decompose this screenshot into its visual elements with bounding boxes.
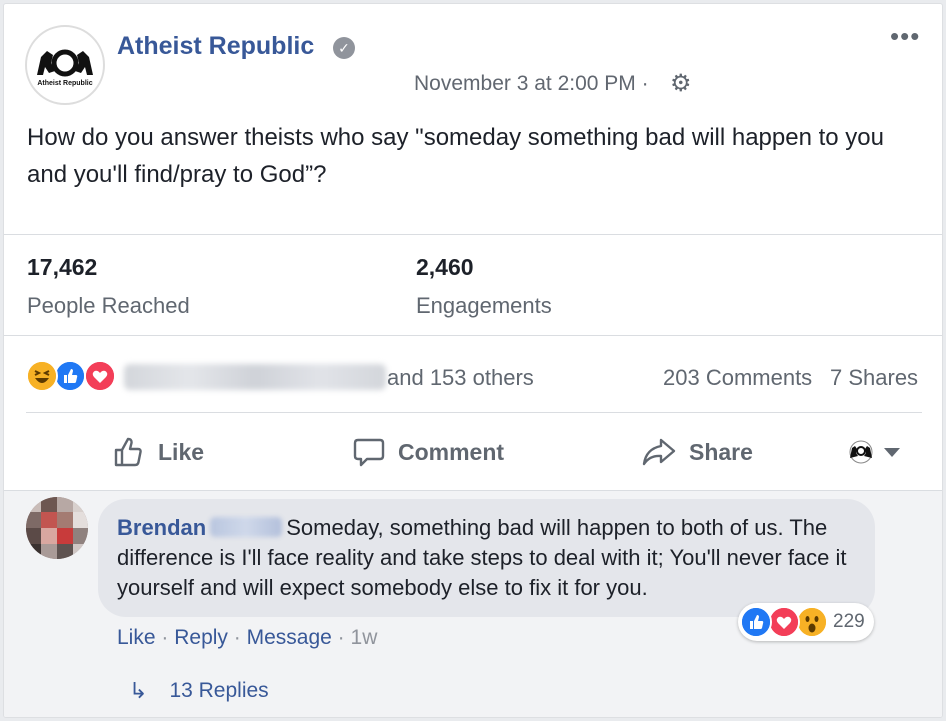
reaction-others-link[interactable]: and 153 others: [387, 365, 534, 391]
comment-reactions[interactable]: 229: [738, 603, 874, 641]
post-text: How do you answer theists who say "somed…: [27, 124, 884, 188]
comment-bubble-icon: [353, 438, 385, 467]
separator-dot: ·: [337, 626, 345, 649]
post-card: Atheist Republic Atheist Republic ✓ ••• …: [3, 3, 943, 718]
comment-message-link[interactable]: Message: [247, 626, 332, 649]
logo-text: Atheist Republic: [37, 80, 92, 87]
chevron-down-icon: [884, 447, 900, 457]
share-arrow-icon: [642, 438, 676, 466]
reaction-icons[interactable]: [26, 360, 126, 392]
like-button[interactable]: Like: [112, 432, 204, 472]
share-label: Share: [689, 438, 753, 465]
comment-label: Comment: [398, 438, 505, 465]
shares-count-link[interactable]: 7 Shares: [830, 365, 918, 391]
people-reached-value: 17,462: [27, 254, 98, 280]
comment-button[interactable]: Comment: [352, 432, 504, 472]
wow-icon: [796, 606, 828, 638]
reactor-names-blurred[interactable]: [124, 364, 386, 390]
engagements-label: Engagements: [416, 293, 552, 318]
people-reached-label: People Reached: [27, 293, 190, 318]
share-button[interactable]: Share: [641, 432, 753, 472]
thumbs-up-icon: [114, 437, 142, 467]
atheist-republic-logo-icon: Atheist Republic: [29, 29, 101, 101]
more-options-icon[interactable]: •••: [890, 23, 920, 49]
comment-reply-link[interactable]: Reply: [174, 626, 228, 649]
view-replies-link[interactable]: ↳ 13 Replies: [129, 678, 269, 704]
page-name-link[interactable]: Atheist Republic: [117, 32, 314, 61]
comment-bubble: Brendan Someday, something bad will happe…: [98, 499, 875, 617]
reply-arrow-icon: ↳: [129, 678, 148, 703]
comment-reaction-count: 229: [833, 611, 865, 632]
separator-dot: ·: [233, 626, 241, 649]
love-icon: [84, 360, 116, 392]
post-timestamp[interactable]: November 3 at 2:00 PM ·: [414, 72, 649, 96]
comment-actions: Like · Reply · Message · 1w: [117, 626, 377, 650]
divider: [26, 412, 922, 413]
people-reached-metric[interactable]: 17,462 People Reached: [27, 254, 190, 319]
page-avatar-mini-icon: [849, 440, 873, 464]
comment-like-link[interactable]: Like: [117, 626, 156, 649]
comment-author-link[interactable]: Brendan: [117, 515, 206, 540]
comment-time[interactable]: 1w: [351, 626, 378, 649]
love-icon: [768, 606, 800, 638]
verified-badge-icon: ✓: [333, 37, 355, 59]
divider: [4, 234, 942, 235]
comment-author-surname-blurred[interactable]: [210, 517, 283, 537]
separator-dot: ·: [161, 626, 169, 649]
haha-icon: [26, 360, 58, 392]
replies-label: 13 Replies: [169, 679, 269, 702]
post-as-page-selector[interactable]: [846, 440, 900, 464]
like-icon: [54, 360, 86, 392]
comments-count-link[interactable]: 203 Comments: [663, 365, 812, 391]
engagements-metric[interactable]: 2,460 Engagements: [416, 254, 552, 319]
like-icon: [740, 606, 772, 638]
divider: [4, 335, 942, 336]
commenter-avatar[interactable]: [26, 497, 88, 559]
like-label: Like: [158, 438, 205, 465]
audience-gear-icon[interactable]: ⚙: [670, 72, 692, 96]
page-logo-avatar[interactable]: Atheist Republic: [25, 25, 105, 105]
engagements-value: 2,460: [416, 254, 474, 280]
